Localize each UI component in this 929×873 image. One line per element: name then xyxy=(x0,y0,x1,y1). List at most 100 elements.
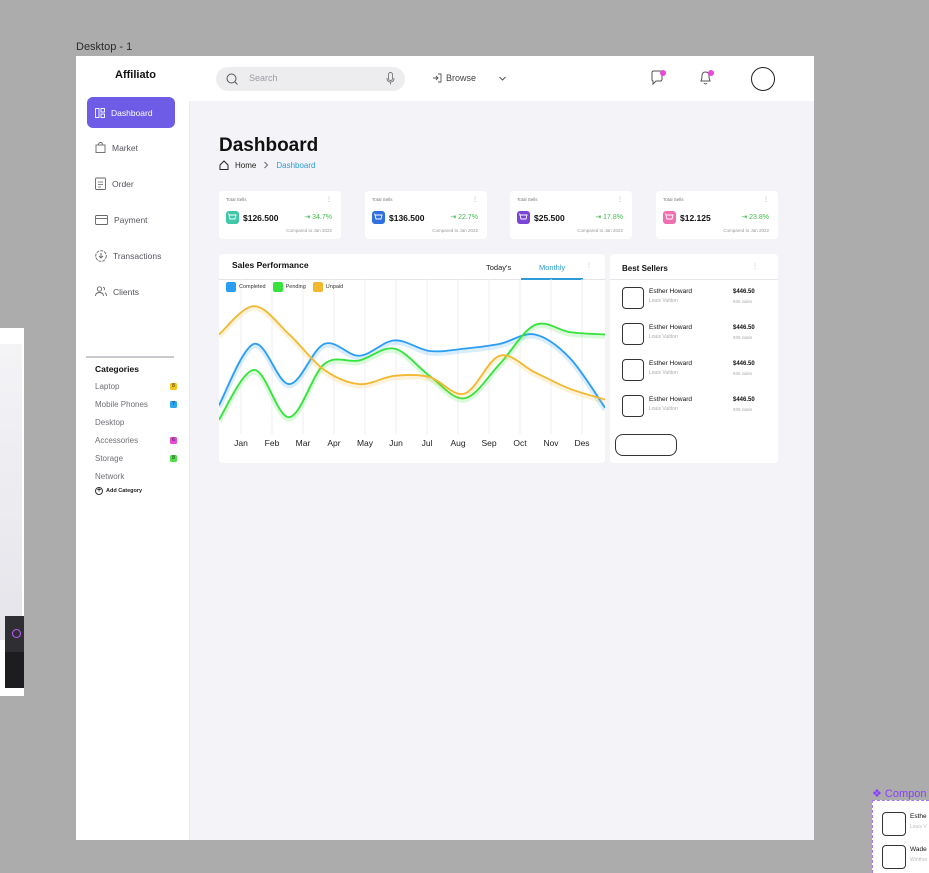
more-icon[interactable]: ⋮ xyxy=(472,196,478,203)
count-badge: 6 xyxy=(170,437,177,444)
divider xyxy=(86,356,174,358)
microphone-icon[interactable] xyxy=(386,72,395,85)
seller-row[interactable]: Esther Howard Louis Vuitton $446.50 935 … xyxy=(622,323,772,349)
sidebar-item-label: Dashboard xyxy=(111,107,153,118)
chevron-down-icon[interactable] xyxy=(498,74,507,83)
search-input[interactable]: Search xyxy=(216,67,405,91)
category-desktop[interactable]: Desktop xyxy=(95,418,177,427)
browse-label: Browse xyxy=(446,73,477,83)
legend-item: Completed xyxy=(226,282,266,292)
more-icon[interactable]: ⋮ xyxy=(326,196,332,203)
bag-icon xyxy=(95,142,106,153)
stat-change: ⇥ 34.7% xyxy=(304,214,332,221)
chart-legend: Completed Pending Unpaid xyxy=(226,282,343,292)
bell-notification-button[interactable] xyxy=(698,69,714,87)
x-tick-label: Oct xyxy=(513,438,527,448)
stat-value: $126.500 xyxy=(243,213,279,223)
x-tick-label: Aug xyxy=(450,438,465,448)
card-icon xyxy=(95,214,108,225)
sidebar-item-market[interactable]: Market xyxy=(87,132,175,163)
seller-avatar xyxy=(622,359,644,381)
chat-notification-button[interactable] xyxy=(650,69,666,87)
sidebar-item-label: Market xyxy=(112,142,138,153)
chevron-right-icon xyxy=(264,161,269,169)
plus-icon: + xyxy=(95,487,103,495)
users-icon xyxy=(95,286,107,297)
sidebar-item-label: Clients xyxy=(113,286,139,297)
x-tick-label: May xyxy=(357,438,374,448)
stat-value: $12.125 xyxy=(680,213,711,223)
component-panel: Esthe Louis V Wade Winthro xyxy=(872,800,929,873)
sidebar-item-label: Payment xyxy=(114,214,148,225)
sidebar: Dashboard Market Order Payment Transacti… xyxy=(76,97,190,840)
seller-row[interactable]: Esther Howard Louis Vuitton $446.50 935 … xyxy=(622,287,772,313)
x-tick-label: Jun xyxy=(389,438,403,448)
best-sellers-title: Best Sellers xyxy=(622,264,668,273)
seller-avatar xyxy=(622,395,644,417)
count-badge: 7 xyxy=(170,401,177,408)
more-icon[interactable]: ⋮ xyxy=(586,262,592,269)
x-tick-label: Jul xyxy=(422,438,433,448)
breadcrumb-home[interactable]: Home xyxy=(235,161,256,170)
partial-artboard-left xyxy=(0,328,24,696)
frame-label: Desktop - 1 xyxy=(76,41,133,53)
x-tick-label: Sep xyxy=(481,438,496,448)
stat-card: Total Sells ⋮ $126.500 ⇥ 34.7% Compared … xyxy=(219,191,341,239)
view-all-button[interactable] xyxy=(615,434,677,456)
stat-change: ⇥ 17.8% xyxy=(595,214,623,221)
component-avatar[interactable] xyxy=(882,812,906,836)
more-icon[interactable]: ⋮ xyxy=(617,196,623,203)
login-icon xyxy=(433,73,442,83)
legend-item: Unpaid xyxy=(312,282,343,292)
more-icon[interactable]: ⋮ xyxy=(752,263,758,270)
x-tick-label: Nov xyxy=(543,438,559,448)
series-line-completed xyxy=(219,333,605,409)
sidebar-item-clients[interactable]: Clients xyxy=(87,276,175,307)
stat-card: Total Sells ⋮ $12.125 ⇥ 23.8% Compared t… xyxy=(656,191,778,239)
tab-today[interactable]: Today's xyxy=(486,263,511,272)
browse-button[interactable]: Browse xyxy=(432,73,476,83)
app-logo: Affiliato xyxy=(115,69,156,81)
sidebar-item-payment[interactable]: Payment xyxy=(87,204,175,235)
legend-item: Pending xyxy=(272,282,306,292)
sidebar-item-transactions[interactable]: Transactions xyxy=(87,240,175,271)
stat-value: $25.500 xyxy=(534,213,565,223)
more-icon[interactable]: ⋮ xyxy=(763,196,769,203)
breadcrumb: Home Dashboard xyxy=(219,160,315,170)
category-accessories[interactable]: Accessories 6 xyxy=(95,436,177,445)
seller-avatar xyxy=(622,287,644,309)
series-line-unpaid xyxy=(219,305,605,401)
category-laptop[interactable]: Laptop 8 xyxy=(95,382,177,391)
cart-icon xyxy=(663,211,676,224)
count-badge: 8 xyxy=(170,383,177,390)
home-icon xyxy=(219,160,229,170)
x-tick-label: Mar xyxy=(296,438,311,448)
sidebar-item-order[interactable]: Order xyxy=(87,168,175,199)
component-avatar[interactable] xyxy=(882,845,906,869)
search-icon xyxy=(226,73,238,85)
stat-card: Total Sells ⋮ $25.500 ⇥ 17.8% Compared t… xyxy=(510,191,632,239)
add-category-button[interactable]: + Add Category xyxy=(95,487,142,495)
category-mobile-phones[interactable]: Mobile Phones 7 xyxy=(95,400,177,409)
stat-change: ⇥ 23.8% xyxy=(741,214,769,221)
cart-icon xyxy=(226,211,239,224)
x-tick-label: Des xyxy=(574,438,589,448)
dashboard-icon xyxy=(95,107,105,118)
power-icon xyxy=(12,629,21,638)
seller-avatar xyxy=(622,323,644,345)
sales-performance-card: Sales Performance Today's Monthly ⋮ Jan F… xyxy=(219,254,605,463)
sidebar-item-dashboard[interactable]: Dashboard xyxy=(87,97,175,128)
sidebar-item-label: Order xyxy=(112,178,134,189)
count-badge: 8 xyxy=(170,455,177,462)
category-storage[interactable]: Storage 8 xyxy=(95,454,177,463)
seller-row[interactable]: Esther Howard Louis Vuitton $446.50 935 … xyxy=(622,359,772,385)
x-tick-label: Feb xyxy=(265,438,280,448)
tab-monthly[interactable]: Monthly xyxy=(539,263,565,272)
user-avatar[interactable] xyxy=(751,67,775,91)
seller-row[interactable]: Esther Howard Louis Vuitton $446.50 935 … xyxy=(622,395,772,421)
category-network[interactable]: Network xyxy=(95,472,177,481)
chart-title: Sales Performance xyxy=(232,260,309,270)
breadcrumb-current: Dashboard xyxy=(276,160,316,170)
clipboard-icon xyxy=(95,177,106,190)
page-title: Dashboard xyxy=(219,135,319,156)
